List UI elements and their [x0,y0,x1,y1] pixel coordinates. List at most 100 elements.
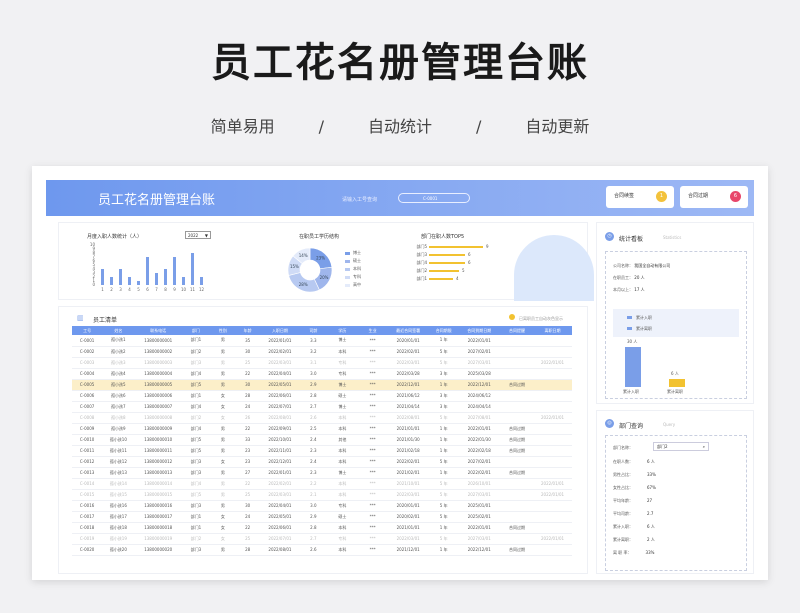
table-row[interactable]: C-0001 孤小孩1 13800000001 部门1 男 35 2022/01/01 3.3… [72,335,572,347]
table-cell: 男 [209,368,236,380]
table-row[interactable]: C-0017 孤小孩17 13800000017 部门1 女 24 2022/05/01 2.… [72,511,572,523]
column-header[interactable]: 合同到期日期 [457,326,501,335]
table-row[interactable]: C-0012 孤小孩12 13800000012 部门3 女 23 2022/12/01 2.… [72,456,572,468]
column-header[interactable]: 性别 [209,326,236,335]
table-row[interactable]: C-0003 孤小孩3 13800000003 部门3 男 25 2022/03/01 3.1… [72,357,572,369]
dept-chart-title: 部门在职人数TOP5 [421,234,465,240]
table-row[interactable]: C-0002 孤小孩2 13800000002 部门2 男 30 2022/02/01 3.2… [72,346,572,358]
dept-stat-label: 累计离职： [613,537,633,542]
table-cell: 2022/01/01 [457,522,501,534]
table-cell: 女 [209,522,236,534]
table-row[interactable]: C-0013 孤小孩13 13800000013 部门3 男 27 2022/01/01 2.… [72,467,572,479]
table-cell: 2022/08/01 [259,544,301,556]
table-row[interactable]: C-0020 孤小孩20 13800000020 部门3 男 28 2022/08/01 2.… [72,544,572,556]
table-row[interactable]: C-0016 孤小孩16 13800000016 部门3 男 30 2022/04/01 3.… [72,500,572,512]
table-cell: 2025/02/01 [457,511,501,523]
table-cell: 5 年 [429,489,458,501]
column-header[interactable]: 学历 [326,326,359,335]
table-cell: 28 [235,390,260,402]
table-cell: 13800000011 [134,445,182,457]
column-header[interactable]: 入职日期 [259,326,301,335]
legend-label: 高中 [353,282,361,287]
table-cell: C-0002 [72,346,103,358]
active-value: 20 人 [634,275,645,280]
table-cell: 1 年 [429,522,458,534]
table-cell [533,522,572,534]
legend-swatch [345,251,350,255]
contract-renew-badge: 1 [656,191,667,202]
table-cell: *** [358,357,387,369]
column-header[interactable]: 最近合同签署 [386,326,430,335]
dept-stat-row: 累计离职： 2 人 [613,537,655,543]
table-cell: C-0007 [72,401,103,413]
table-row[interactable]: C-0019 孤小孩19 13800000019 部门2 女 25 2022/07/01 2.… [72,533,572,545]
table-cell: 3.2 [300,346,327,358]
table-row[interactable]: C-0010 孤小孩10 13800000010 部门5 男 33 2022/10/01 2.… [72,434,572,446]
table-cell [500,500,534,512]
table-cell: 2027/03/01 [457,357,501,369]
dept-bar-value: 5 [462,268,465,273]
monthly-bar [119,269,122,285]
table-cell: C-0013 [72,467,103,479]
table-cell: 25 [235,489,260,501]
table-row[interactable]: C-0006 孤小孩6 13800000006 部门1 女 28 2022/06/01 2.8… [72,390,572,402]
column-header[interactable]: 姓名 [102,326,135,335]
table-cell: C-0018 [72,522,103,534]
table-row[interactable]: C-0018 孤小孩18 13800000018 部门1 女 22 2022/06/01 2.… [72,522,572,534]
table-cell: 孤小孩6 [102,390,135,402]
table-cell: C-0014 [72,478,103,490]
stats-panel: ◷ 统计看板 Statistics 公司名称： 我国全自动有限公司 在职员工： … [596,222,754,404]
table-cell: 26 [235,412,260,424]
column-header[interactable]: 司龄 [300,326,327,335]
table-cell: 本科 [326,412,359,424]
column-header[interactable]: 生业 [358,326,387,335]
table-cell: 35 [235,335,260,347]
column-header[interactable]: 工号 [72,326,103,335]
table-cell: 2021/12/01 [386,544,430,556]
table-row[interactable]: C-0014 孤小孩14 13800000014 部门4 男 22 2022/02/01 2.… [72,478,572,490]
contract-expired-card[interactable]: 合同过期 6 [680,186,748,208]
table-cell: 部门5 [181,379,210,391]
table-cell: 孤小孩9 [102,423,135,435]
table-cell: 合同过期 [500,445,534,457]
table-row[interactable]: C-0015 孤小孩15 13800000015 部门5 男 25 2022/03/01 2.… [72,489,572,501]
employee-id-search-input[interactable]: C-0001 [398,193,470,203]
table-cell: *** [358,478,387,490]
table-cell: 部门5 [181,434,210,446]
table-cell: *** [358,434,387,446]
table-cell [533,500,572,512]
column-header[interactable]: 年龄 [235,326,260,335]
table-cell: C-0015 [72,489,103,501]
table-cell: 2022/12/01 [457,379,501,391]
table-cell: 24 [235,511,260,523]
legend-swatch [345,283,350,287]
pie-value-label: 23% [316,255,325,260]
table-cell: 13800000005 [134,379,182,391]
column-header[interactable]: 合同期限 [429,326,458,335]
year-select[interactable]: 2022 ▼ [185,231,211,239]
table-row[interactable]: C-0004 孤小孩4 13800000004 部门4 男 22 2022/04/01 3.0… [72,368,572,380]
table-row[interactable]: C-0007 孤小孩7 13800000007 部门4 女 24 2022/07/01 2.7… [72,401,572,413]
dept-select[interactable]: 部门2 ⌕ [653,442,709,451]
table-cell: *** [358,335,387,347]
column-header[interactable]: 部门 [181,326,210,335]
table-cell: 13800000013 [134,467,182,479]
company-label: 公司名称： [613,263,633,268]
dept-stat-value: 2.7 [647,511,654,516]
table-cell: 2022/01/30 [457,434,501,446]
dept-query-title: 部门查询 [619,423,644,430]
table-row[interactable]: C-0011 孤小孩11 13800000011 部门5 男 23 2022/11/01 2.… [72,445,572,457]
column-header[interactable]: 联系电话 [134,326,182,335]
table-cell: 部门4 [181,423,210,435]
column-header[interactable]: 离职日期 [533,326,572,335]
table-cell: 女 [209,390,236,402]
column-header[interactable]: 合同提醒 [500,326,534,335]
dept-bar-label: 部门3 [416,252,427,257]
table-cell: *** [358,390,387,402]
feature-auto-update: 自动更新 [525,117,590,136]
table-row[interactable]: C-0005 孤小孩5 13800000005 部门5 男 30 2022/05/01 2.9… [72,379,572,391]
table-row[interactable]: C-0008 孤小孩8 13800000008 部门2 女 26 2022/08/01 2.6… [72,412,572,424]
table-row[interactable]: C-0009 孤小孩9 13800000009 部门4 男 22 2022/09/01 2.5… [72,423,572,435]
table-cell: C-0008 [72,412,103,424]
contract-renew-card[interactable]: 合同续签 1 [606,186,674,208]
